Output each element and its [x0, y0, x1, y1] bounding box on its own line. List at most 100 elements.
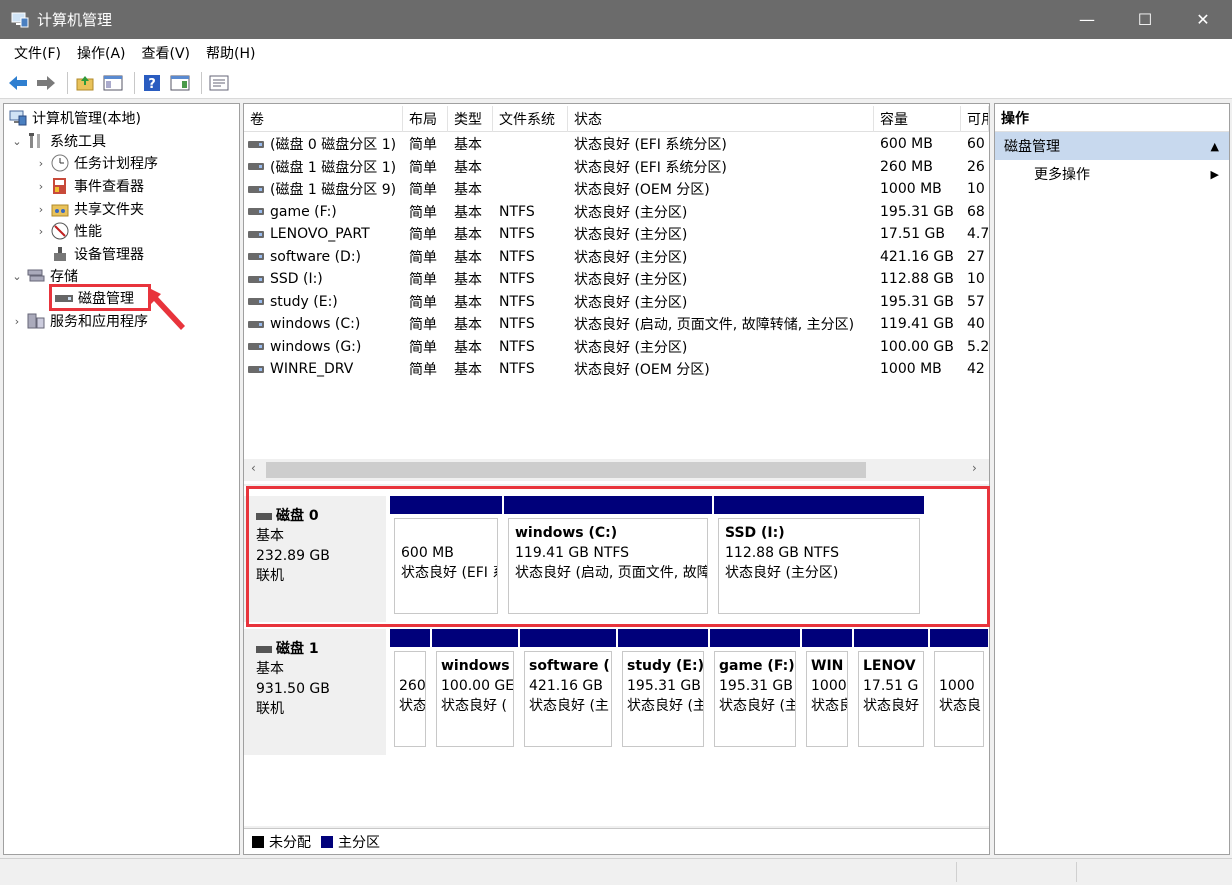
collapse-triangle-icon[interactable]: ▲ [1211, 140, 1219, 153]
table-cell: NTFS [493, 291, 568, 313]
minimize-button[interactable]: — [1058, 0, 1116, 39]
expand-chevron-icon[interactable]: › [34, 203, 48, 216]
cell-text: 42 [967, 361, 985, 377]
partition-block[interactable]: 260 状态 [390, 629, 430, 755]
col-status[interactable]: 状态 [568, 106, 874, 132]
partition-block[interactable]: software (421.16 GB 状态良好 (主 [520, 629, 616, 755]
table-row[interactable]: (磁盘 1 磁盘分区 9) 简单 基本 状态良好 (OEM 分区) 1000 MB 10 [244, 178, 989, 200]
back-arrow-icon [9, 75, 27, 90]
toolbar-separator [134, 71, 135, 94]
collapse-chevron-icon[interactable]: ⌄ [10, 270, 24, 283]
maximize-button[interactable]: ☐ [1116, 0, 1174, 39]
tree-item-services-apps[interactable]: › 服务和应用程序 [10, 310, 148, 332]
col-filesystem[interactable]: 文件系统 [493, 106, 568, 132]
actions-section-disk-management[interactable]: 磁盘管理 ▲ [995, 132, 1229, 160]
actions-section-label: 磁盘管理 [1004, 139, 1060, 155]
table-cell: WINRE_DRV [244, 358, 403, 380]
close-button[interactable]: ✕ [1174, 0, 1232, 39]
cell-text: 基本 [454, 339, 482, 356]
cell-text: 57 [967, 293, 985, 310]
expand-chevron-icon[interactable]: › [10, 315, 24, 328]
disk-kind: 基本 [256, 661, 284, 677]
col-layout[interactable]: 布局 [403, 106, 448, 132]
table-cell: 基本 [448, 268, 493, 290]
table-cell: 119.41 GB [874, 313, 961, 335]
table-row[interactable]: game (F:) 简单 基本 NTFS 状态良好 (主分区) 195.31 GB 68 [244, 201, 989, 223]
partition-block[interactable]: WIN 1000 状态良 [802, 629, 852, 755]
scroll-left-icon[interactable]: ‹ [251, 461, 256, 475]
partition-status: 状态良好 (主 [529, 698, 609, 714]
partition-block[interactable]: study (E:) 195.31 GB 状态良好 (主 [618, 629, 708, 755]
tree-root[interactable]: 计算机管理(本地) [6, 107, 141, 129]
tree-item-shared-folders[interactable]: › 共享文件夹 [34, 198, 144, 220]
volume-icon [248, 230, 264, 238]
tree-item-task-scheduler[interactable]: › 任务计划程序 [34, 152, 158, 174]
forward-button[interactable] [34, 71, 58, 95]
disk-1-row[interactable]: 磁盘 1 基本 931.50 GB 联机 260 状态 windows 100.00 … [244, 629, 989, 759]
properties-button[interactable] [207, 71, 231, 95]
table-row[interactable]: software (D:) 简单 基本 NTFS 状态良好 (主分区) 421.16 GB… [244, 246, 989, 268]
col-type[interactable]: 类型 [448, 106, 493, 132]
scroll-thumb[interactable] [266, 462, 866, 478]
table-cell: 1000 MB [874, 358, 961, 380]
back-button[interactable] [6, 71, 30, 95]
table-cell: 421.16 GB [874, 246, 961, 268]
table-cell: (磁盘 1 磁盘分区 9) [244, 178, 403, 200]
up-folder-button[interactable] [73, 71, 97, 95]
submenu-arrow-icon: ▶ [1210, 167, 1219, 181]
cell-text: (磁盘 1 磁盘分区 1) [270, 159, 397, 176]
table-row[interactable]: SSD (I:) 简单 基本 NTFS 状态良好 (主分区) 112.88 GB 10 [244, 268, 989, 290]
table-cell: 简单 [403, 201, 448, 223]
table-row[interactable]: LENOVO_PART 简单 基本 NTFS 状态良好 (主分区) 17.51 GB 4.7 [244, 223, 989, 245]
partition-name: software ( [529, 658, 610, 674]
menu-file[interactable]: 文件(F) [6, 43, 69, 63]
expand-chevron-icon[interactable]: › [34, 157, 48, 170]
help-button[interactable]: ? [140, 71, 164, 95]
table-row[interactable]: (磁盘 0 磁盘分区 1) 简单 基本 状态良好 (EFI 系统分区) 600 MB 60 [244, 133, 989, 155]
partition-block[interactable]: LENOV 17.51 G 状态良好 [854, 629, 928, 755]
table-row[interactable]: (磁盘 1 磁盘分区 1) 简单 基本 状态良好 (EFI 系统分区) 260 MB 26 [244, 156, 989, 178]
partition-block[interactable]: windows 100.00 GE 状态良好 ( [432, 629, 518, 755]
close-icon: ✕ [1196, 10, 1210, 29]
cell-text: 状态良好 (主分区) [574, 204, 688, 221]
col-free[interactable]: 可用 [961, 106, 989, 132]
volume-icon [248, 140, 264, 148]
table-cell: 简单 [403, 156, 448, 178]
show-action-pane-button[interactable] [168, 71, 192, 95]
tree-item-system-tools[interactable]: ⌄ 系统工具 [10, 130, 106, 152]
menu-help[interactable]: 帮助(H) [198, 43, 263, 63]
tree-item-label: 设备管理器 [74, 247, 144, 263]
volume-icon [248, 275, 264, 283]
table-row[interactable]: study (E:) 简单 基本 NTFS 状态良好 (主分区) 195.31 GB 57 [244, 291, 989, 313]
horizontal-scrollbar[interactable]: ‹ › [244, 459, 989, 481]
expand-chevron-icon[interactable]: › [34, 225, 48, 238]
expand-chevron-icon[interactable]: › [34, 180, 48, 193]
more-actions-item[interactable]: 更多操作 ▶ [995, 160, 1229, 188]
table-cell: 简单 [403, 358, 448, 380]
cell-text: NTFS [499, 361, 535, 377]
table-cell: 状态良好 (EFI 系统分区) [568, 156, 874, 178]
tree-item-performance[interactable]: › 性能 [34, 220, 102, 242]
partition-block[interactable]: game (F:) 195.31 GB 状态良好 (主 [710, 629, 800, 755]
table-cell: 基本 [448, 336, 493, 358]
disk-1-label[interactable]: 磁盘 1 基本 931.50 GB 联机 [244, 629, 386, 755]
tree-item-device-manager[interactable]: 设备管理器 [48, 243, 144, 265]
col-volume[interactable]: 卷 [244, 106, 403, 132]
partition-block[interactable]: 1000 状态良 [930, 629, 988, 755]
volume-icon [248, 185, 264, 193]
toolbar: ? [0, 67, 1232, 99]
table-row[interactable]: windows (C:) 简单 基本 NTFS 状态良好 (启动, 页面文件, 故障转储… [244, 313, 989, 335]
table-row[interactable]: WINRE_DRV 简单 基本 NTFS 状态良好 (OEM 分区) 1000 MB 42 [244, 358, 989, 380]
menu-view[interactable]: 查看(V) [134, 43, 199, 63]
show-hide-tree-button[interactable] [101, 71, 125, 95]
volume-icon [248, 343, 264, 350]
tree-item-label: 共享文件夹 [74, 202, 144, 218]
scroll-right-icon[interactable]: › [972, 461, 977, 475]
table-cell: 100.00 GB [874, 336, 961, 358]
collapse-chevron-icon[interactable]: ⌄ [10, 135, 24, 148]
tree-item-event-viewer[interactable]: › 事件查看器 [34, 175, 144, 197]
col-capacity[interactable]: 容量 [874, 106, 961, 132]
table-row[interactable]: windows (G:) 简单 基本 NTFS 状态良好 (主分区) 100.00 GB 5… [244, 336, 989, 358]
menu-action[interactable]: 操作(A) [69, 43, 134, 63]
table-cell: 状态良好 (启动, 页面文件, 故障转储, 主分区) [568, 313, 874, 335]
